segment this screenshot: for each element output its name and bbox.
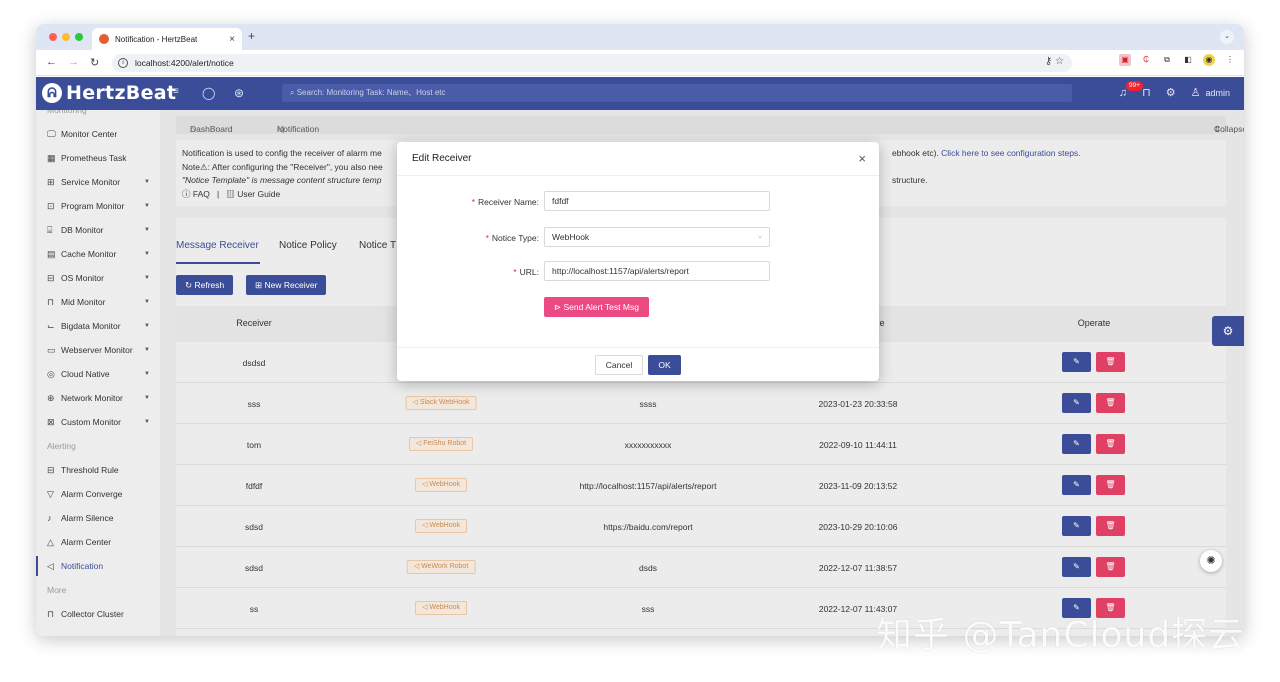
send-alert-test-button[interactable]: ⊳ Send Alert Test Msg	[544, 297, 649, 317]
receiver-name-input[interactable]: fdfdf	[544, 191, 770, 211]
edit-receiver-modal: Edit Receiver × * Receiver Name: fdfdf * N…	[397, 142, 879, 381]
modal-title: Edit Receiver	[412, 153, 472, 164]
ok-button[interactable]: OK	[648, 355, 681, 375]
modal-footer-divider	[397, 347, 879, 348]
send-icon: ⊳	[554, 302, 562, 312]
chevron-down-icon: ⌄	[757, 233, 763, 240]
browser-window: Notification - HertzBeat × + ⌄ ← → ↻ i l…	[36, 24, 1244, 636]
magic-wand-icon[interactable]: ✺	[1200, 550, 1222, 572]
cancel-button[interactable]: Cancel	[595, 355, 643, 375]
url-label: * URL:	[513, 267, 539, 277]
notice-type-value: WebHook	[552, 232, 590, 242]
url-input[interactable]: http://localhost:1157/api/alerts/report	[544, 261, 770, 281]
notice-type-select[interactable]: WebHook ⌄	[544, 227, 770, 247]
close-icon[interactable]: ×	[858, 151, 866, 166]
modal-divider	[397, 175, 879, 176]
notice-type-label: * Notice Type:	[485, 233, 539, 243]
watermark: 知乎 @TanCloud探云	[876, 615, 1246, 656]
receiver-name-label: * Receiver Name:	[471, 197, 539, 207]
